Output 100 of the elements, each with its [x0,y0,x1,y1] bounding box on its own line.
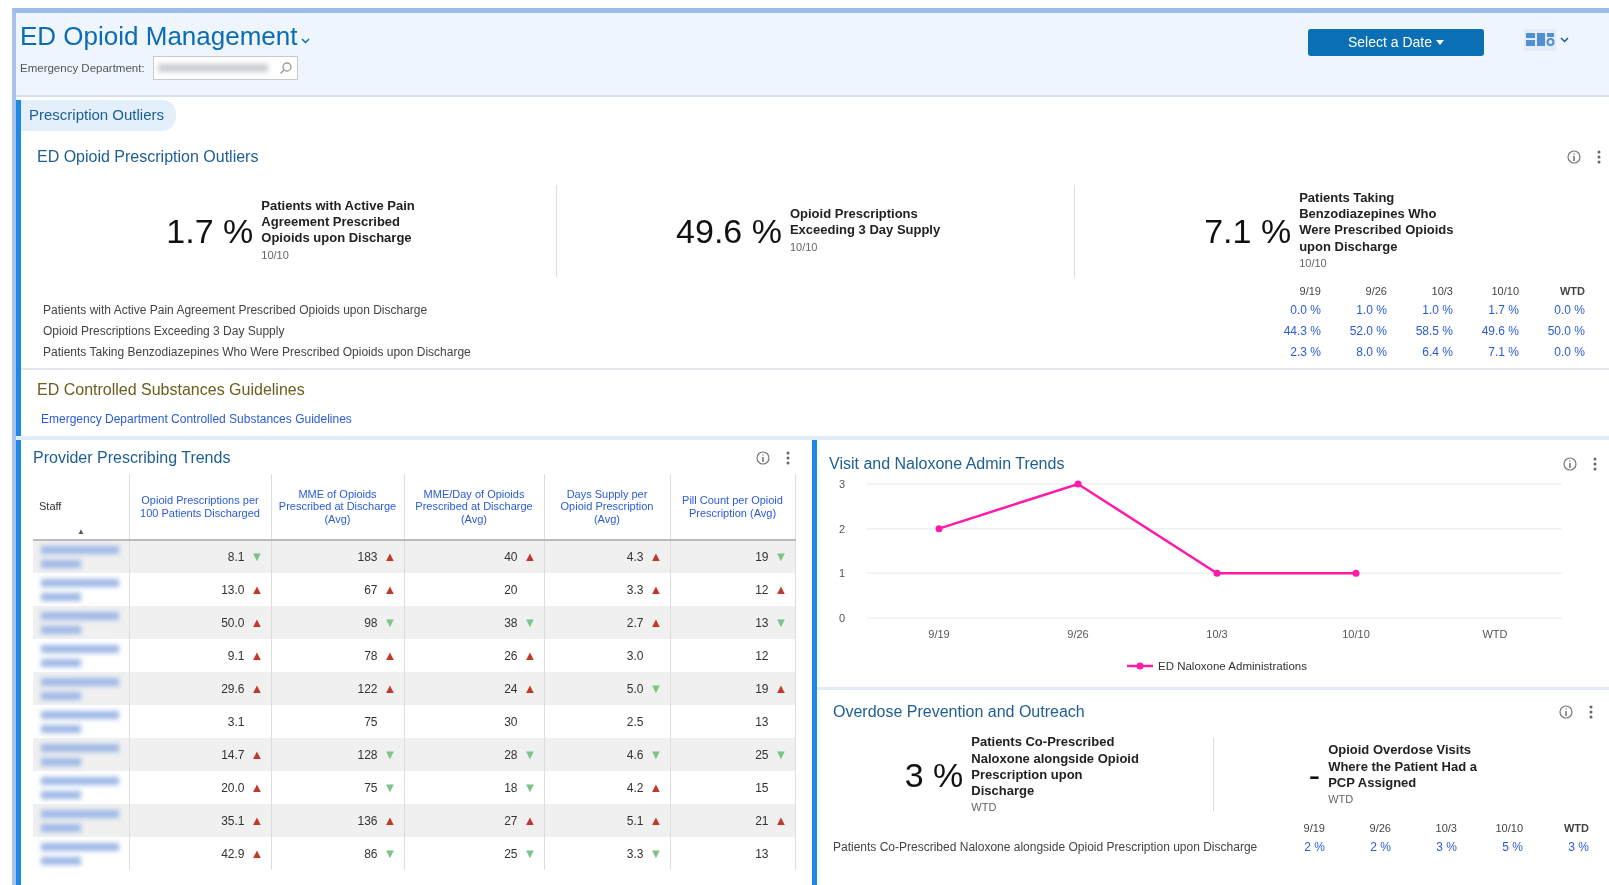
info-icon[interactable] [1567,149,1581,164]
trend-indicator: ▼ [774,746,788,762]
blurred-name[interactable] [41,578,121,601]
table-value: 5 % [1502,840,1523,854]
table-value: 20 [504,582,518,597]
table-value: 18 [504,780,518,795]
trend-indicator: ▲ [250,845,264,861]
table-value: 2 % [1304,840,1325,854]
legend-label: ED Naloxone Administrations [1158,660,1307,672]
table-value: 40 [504,550,518,565]
row-label: Opioid Prescriptions Exceeding 3 Day Supply [43,323,285,338]
info-icon[interactable] [1563,457,1577,471]
axis-label: WTD [1482,628,1508,640]
table-value: 5.1 [626,813,644,828]
blurred-name[interactable] [41,743,121,766]
table-value: 52.0 % [1349,323,1387,338]
axis-label: 9/26 [1067,628,1089,640]
trend-indicator: ▼ [523,746,537,762]
blurred-name[interactable] [41,842,121,865]
data-point [1074,480,1082,488]
info-icon[interactable] [756,451,770,465]
department-field[interactable] [152,56,298,81]
section-tab[interactable]: Prescription Outliers [21,100,177,131]
column-header[interactable]: Staff [39,500,62,513]
column-header[interactable]: Pill Count per Opioid Prescription (Avg) [676,494,789,519]
blurred-name[interactable] [41,776,121,799]
layout-icon[interactable] [1524,29,1556,51]
trend-indicator: ▼ [523,779,537,795]
table-value: 13 [755,846,769,861]
blurred-name[interactable] [41,644,121,667]
trend-indicator: ▲ [250,812,264,828]
table-value: 86 [364,846,378,861]
kpi-value: 1.7 % [166,213,254,248]
trend-indicator: ▲ [250,779,264,795]
table-value: 75 [364,714,378,729]
column-header: 9/19 [1302,821,1325,836]
axis-label: 0 [838,612,845,624]
blurred-name[interactable] [41,809,121,832]
trend-indicator: ▲ [383,647,397,663]
axis-label: 9/19 [928,628,950,640]
blurred-name[interactable] [41,710,121,733]
table-value: 0.0 % [1554,344,1585,359]
table-value: 128 [357,747,378,762]
trend-indicator: ▲ [523,680,537,696]
kpi-label: Opioid Overdose Visits Where the Patient Had a PCP Assigned [1328,742,1478,792]
more-icon[interactable] [786,451,790,465]
table-value: 3.0 [626,648,644,663]
row-label: Patients Taking Benzodiazepines Who Were Prescribed Opioids upon Discharge [43,344,471,359]
trend-indicator: ▼ [383,845,397,861]
table-value: 21 [755,813,769,828]
legend-marker [1127,662,1153,670]
column-header[interactable]: MME of Opioids Prescribed at Discharge (Avg) [277,488,398,525]
trend-indicator: ▲ [250,581,264,597]
section-title: ED Opioid Prescription Outliers [37,146,259,167]
table-value: 2.7 [626,615,644,630]
axis-label: 3 [838,478,845,490]
guidelines-link[interactable]: Emergency Department Controlled Substances Guidelines [41,410,352,428]
search-icon[interactable] [278,61,293,76]
column-header[interactable]: Days Supply per Opioid Prescription (Avg) [550,488,664,525]
table-value: 75 [364,780,378,795]
field-label: Emergency Department: [20,60,145,76]
blurred-name[interactable] [41,546,121,568]
table-value: 24 [504,681,518,696]
data-point [1213,569,1221,577]
caret-icon [1436,40,1445,45]
table-value: 28 [504,747,518,762]
kpi-period: WTD [971,800,998,816]
kpi-value: 3 % [904,758,964,792]
more-icon[interactable] [1597,149,1601,164]
kpi-label: Opioid Prescriptions Exceeding 3 Day Supply [789,206,942,239]
page-title[interactable]: ED Opioid Management [20,21,298,53]
date-button[interactable]: Select a Date [1308,29,1484,56]
trend-indicator: ▲ [649,779,663,795]
trend-indicator: ▼ [649,680,663,696]
trend-indicator: ▼ [383,779,397,795]
table-value: 49.6 % [1481,323,1519,338]
chevron-down-icon[interactable] [301,37,311,44]
table-value: 20.0 [221,780,245,795]
column-header[interactable]: MME/Day of Opioids Prescribed at Discharge (Avg) [410,488,538,525]
table-value: 13.0 [221,582,245,597]
blurred-name[interactable] [41,677,121,700]
more-icon[interactable] [1593,457,1597,471]
data-point [1352,569,1360,577]
table-value: 12 [755,648,769,663]
chevron-down-icon[interactable] [1560,37,1569,43]
table-value: 50.0 % [1547,323,1585,338]
table-value: 58.5 % [1415,323,1453,338]
info-icon[interactable] [1559,705,1573,719]
table-value: 42.9 [221,846,245,861]
trend-indicator: ▲ [383,549,397,565]
trend-indicator: ▲ [774,812,788,828]
table-value: 2 % [1370,840,1391,854]
table-value: 3.1 [227,714,245,729]
table-value: 26 [504,648,518,663]
data-point [935,525,943,533]
column-header[interactable]: Opioid Prescriptions per 100 Patients Discharged [135,494,265,519]
sort-indicator[interactable]: ▲ [77,528,85,537]
row-label: Patients Co-Prescribed Naloxone alongside Opioid Prescription upon Discharge [833,840,1258,854]
blurred-name[interactable] [41,611,121,634]
more-icon[interactable] [1589,705,1593,719]
